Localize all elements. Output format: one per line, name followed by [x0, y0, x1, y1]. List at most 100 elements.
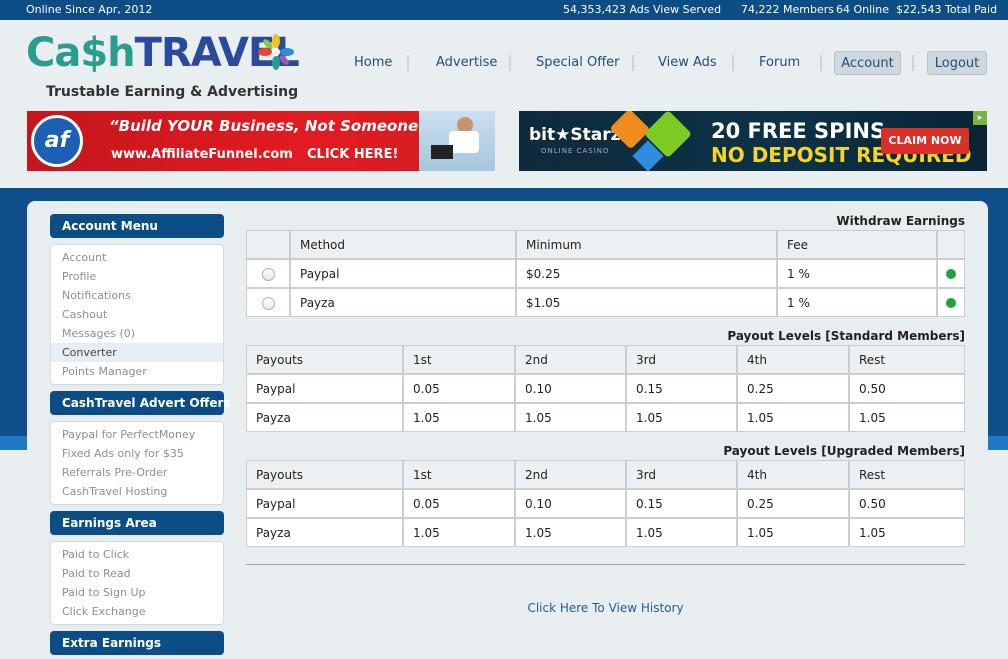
- sidebar-item-paid-to-read[interactable]: Paid to Read: [51, 564, 223, 583]
- sidebar-item-account[interactable]: Account: [51, 248, 223, 267]
- online-stat: 64 Online: [836, 3, 889, 16]
- nav-view-ads[interactable]: View Ads: [658, 51, 717, 75]
- sidebar-item-messages[interactable]: Messages (0): [51, 324, 223, 343]
- status-online-icon: [946, 298, 956, 308]
- affiliatefunnel-banner-ad[interactable]: af “Build YOUR Business, Not Someone Els…: [27, 111, 495, 171]
- sidebar-heading-advert-offers: CashTravel Advert Offers: [50, 391, 231, 415]
- members-stat: 74,222 Members: [741, 3, 834, 16]
- bitstarz-brand-sub: ONLINE CASINO: [541, 147, 610, 155]
- table-cell: 1.05: [403, 518, 515, 547]
- table-row: Payza 1.05 1.05 1.05 1.05 1.05: [246, 518, 965, 547]
- af-cta: CLICK HERE!: [307, 147, 399, 162]
- table-header-cell: Minimum: [516, 230, 777, 259]
- sidebar-item-paypal-for-perfectmoney[interactable]: Paypal for PerfectMoney: [51, 425, 223, 444]
- table-cell: 1.05: [849, 403, 965, 432]
- af-url: www.AffiliateFunnel.com: [111, 147, 293, 162]
- method-radio-cell: [246, 288, 290, 317]
- sidebar-list-earnings-area: Paid to Click Paid to Read Paid to Sign …: [50, 541, 224, 625]
- payza-radio[interactable]: [261, 296, 275, 310]
- table-cell: 0.10: [515, 489, 626, 518]
- sidebar-item-paid-to-sign-up[interactable]: Paid to Sign Up: [51, 583, 223, 602]
- table-header-cell: 1st: [403, 345, 515, 374]
- sidebar-item-converter[interactable]: Converter: [51, 343, 223, 362]
- table-cell: 1 %: [777, 288, 937, 317]
- ad-choices-icon[interactable]: ▸: [973, 111, 987, 125]
- bitstarz-claim-button[interactable]: CLAIM NOW: [881, 128, 969, 154]
- sidebar-item-click-exchange[interactable]: Click Exchange: [51, 602, 223, 621]
- af-person-image: [419, 111, 495, 171]
- paypal-radio[interactable]: [261, 267, 275, 281]
- table-cell: 1.05: [626, 518, 737, 547]
- nav-divider: [407, 55, 409, 71]
- nav-advertise[interactable]: Advertise: [436, 51, 497, 75]
- table-header-cell: Payouts: [246, 345, 403, 374]
- sidebar-heading-account-menu: Account Menu: [50, 214, 224, 238]
- table-cell: Payza: [246, 518, 403, 547]
- status-cell: [937, 259, 965, 288]
- table-cell: $0.25: [516, 259, 777, 288]
- table-cell: 0.10: [515, 374, 626, 403]
- table-header-cell: 1st: [403, 460, 515, 489]
- table-cell: 0.25: [737, 374, 849, 403]
- main-content: Withdraw Earnings Method Minimum Fee Pay…: [246, 214, 965, 615]
- table-header-row: Payouts 1st 2nd 3rd 4th Rest: [246, 345, 965, 374]
- sidebar-item-cashtravel-hosting[interactable]: CashTravel Hosting: [51, 482, 223, 501]
- main-nav: Home Advertise Special Offer View Ads Fo…: [0, 51, 1008, 75]
- section-divider: [246, 564, 965, 565]
- table-header-cell: 3rd: [626, 345, 737, 374]
- sidebar-item-fixed-ads[interactable]: Fixed Ads only for $35: [51, 444, 223, 463]
- view-history-link[interactable]: Click Here To View History: [246, 601, 965, 615]
- sidebar-item-paid-to-click[interactable]: Paid to Click: [51, 545, 223, 564]
- table-cell: 0.15: [626, 374, 737, 403]
- table-cell: Paypal: [246, 374, 403, 403]
- table-cell: 1.05: [737, 518, 849, 547]
- nav-home[interactable]: Home: [354, 51, 392, 75]
- nav-special-offer[interactable]: Special Offer: [536, 51, 620, 75]
- bitstarz-banner-ad[interactable]: bit★Starz ONLINE CASINO 20 FREE SPINS NO…: [519, 111, 987, 171]
- status-online-icon: [946, 269, 956, 279]
- table-row: Payza $1.05 1 %: [246, 288, 965, 317]
- nav-divider: [912, 55, 914, 71]
- sidebar-item-points-manager[interactable]: Points Manager: [51, 362, 223, 381]
- nav-forum[interactable]: Forum: [759, 51, 800, 75]
- table-cell: 0.50: [849, 489, 965, 518]
- table-cell: Paypal: [290, 259, 516, 288]
- bitstarz-brand: bit★Starz: [529, 125, 621, 145]
- table-cell: Paypal: [246, 489, 403, 518]
- nav-account-button[interactable]: Account: [834, 51, 901, 75]
- table-header-cell: 3rd: [626, 460, 737, 489]
- sidebar: Account Menu Account Profile Notificatio…: [50, 214, 231, 655]
- table-header-cell: [937, 230, 965, 259]
- table-cell: 0.50: [849, 374, 965, 403]
- table-cell: 1 %: [777, 259, 937, 288]
- logo-tagline: Trustable Earning & Advertising: [46, 84, 299, 100]
- table-header-cell: 4th: [737, 460, 849, 489]
- table-cell: 1.05: [515, 518, 626, 547]
- table-row: Paypal 0.05 0.10 0.15 0.25 0.50: [246, 374, 965, 403]
- sidebar-item-referrals-preorder[interactable]: Referrals Pre-Order: [51, 463, 223, 482]
- status-cell: [937, 288, 965, 317]
- sidebar-item-cashout[interactable]: Cashout: [51, 305, 223, 324]
- table-header-cell: 2nd: [515, 460, 626, 489]
- table-cell: 1.05: [403, 403, 515, 432]
- table-cell: 0.25: [737, 489, 849, 518]
- site-header: Ca$hTRAVEL Trustable Earning & Advertisi…: [0, 20, 1008, 190]
- payout-standard-title: Payout Levels [Standard Members]: [727, 329, 965, 343]
- top-stats-bar: Online Since Apr, 2012 54,353,423 Ads Vi…: [0, 0, 1008, 20]
- nav-logout-button[interactable]: Logout: [927, 51, 987, 75]
- table-cell: 1.05: [849, 518, 965, 547]
- table-header-cell: Method: [290, 230, 516, 259]
- payout-upgraded-title: Payout Levels [Upgraded Members]: [723, 444, 965, 458]
- table-cell: 1.05: [515, 403, 626, 432]
- table-row: Paypal $0.25 1 %: [246, 259, 965, 288]
- sidebar-list-account-menu: Account Profile Notifications Cashout Me…: [50, 244, 224, 385]
- table-header-cell: Rest: [849, 345, 965, 374]
- sidebar-item-notifications[interactable]: Notifications: [51, 286, 223, 305]
- table-header-row: Method Minimum Fee: [246, 230, 965, 259]
- sidebar-item-profile[interactable]: Profile: [51, 267, 223, 286]
- nav-divider: [820, 55, 822, 71]
- ads-served-stat: 54,353,423 Ads View Served: [563, 3, 722, 16]
- withdraw-table: Method Minimum Fee Paypal $0.25 1 % Payz…: [246, 230, 965, 317]
- table-cell: 0.15: [626, 489, 737, 518]
- payout-standard-table: Payouts 1st 2nd 3rd 4th Rest Paypal 0.05…: [246, 345, 965, 432]
